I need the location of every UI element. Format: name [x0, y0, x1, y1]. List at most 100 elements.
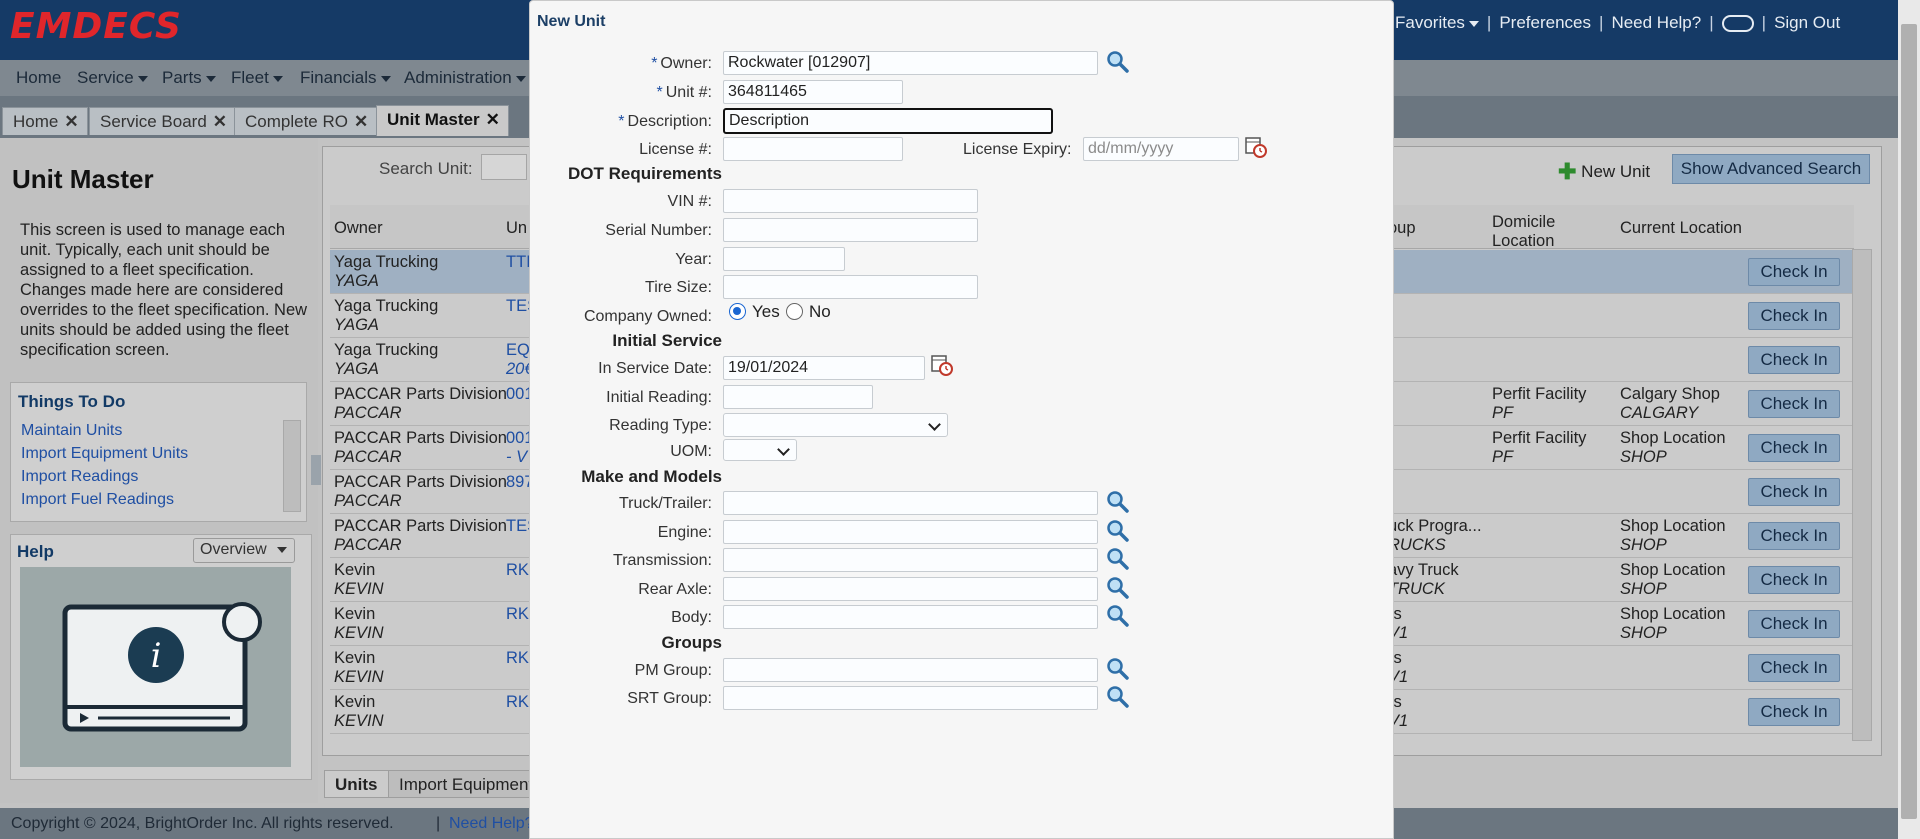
- tab-unit-master[interactable]: Unit Master ✕: [376, 105, 509, 136]
- unit-number-field[interactable]: [723, 80, 903, 104]
- todo-import-readings[interactable]: Import Readings: [21, 468, 138, 486]
- page-scrollbar-thumb[interactable]: [1901, 24, 1917, 819]
- unit-number[interactable]: TTI: [506, 253, 531, 272]
- license-expiry-field[interactable]: [1083, 137, 1239, 161]
- check-in-button[interactable]: Check In: [1748, 654, 1840, 682]
- search-icon[interactable]: [1106, 547, 1130, 571]
- todo-maintain-units[interactable]: Maintain Units: [21, 422, 122, 440]
- grid-scrollbar[interactable]: [1852, 249, 1872, 741]
- uom-select[interactable]: [723, 439, 797, 461]
- check-in-button[interactable]: Check In: [1748, 346, 1840, 374]
- initial-reading-field[interactable]: [723, 385, 873, 409]
- truck-trailer-field[interactable]: [723, 491, 1098, 515]
- search-icon[interactable]: [1106, 685, 1130, 709]
- collapse-panel-handle[interactable]: [311, 455, 321, 485]
- owner-code: YAGA: [334, 360, 379, 378]
- serial-number-field[interactable]: [723, 218, 978, 242]
- footer-help-link[interactable]: Need Help?: [449, 815, 534, 833]
- tire-size-field[interactable]: [723, 275, 978, 299]
- check-in-button[interactable]: Check In: [1748, 566, 1840, 594]
- unit-cell[interactable]: TTI: [506, 253, 531, 272]
- vin-field[interactable]: [723, 189, 978, 213]
- year-field[interactable]: [723, 247, 845, 271]
- show-advanced-search-button[interactable]: Show Advanced Search: [1672, 154, 1870, 184]
- tab-service-board[interactable]: Service Board ✕: [89, 107, 237, 135]
- unit-number-label: * Unit #:: [656, 84, 712, 101]
- search-icon[interactable]: [1106, 50, 1130, 74]
- unit-number[interactable]: RK: [506, 649, 529, 668]
- body-field[interactable]: [723, 605, 1098, 629]
- unit-cell[interactable]: RK: [506, 649, 529, 668]
- tab-units[interactable]: Units: [324, 770, 389, 798]
- col-unit[interactable]: Un: [506, 219, 527, 238]
- check-in-button[interactable]: Check In: [1748, 522, 1840, 550]
- rear-axle-field[interactable]: [723, 577, 1098, 601]
- app-logo[interactable]: EMDECS: [10, 6, 182, 47]
- todo-import-equipment-units[interactable]: Import Equipment Units: [21, 445, 188, 463]
- col-current-location[interactable]: Current Location: [1620, 219, 1742, 238]
- col-owner[interactable]: Owner: [334, 219, 383, 238]
- search-icon[interactable]: [1106, 657, 1130, 681]
- close-icon[interactable]: ✕: [486, 110, 500, 130]
- close-icon[interactable]: ✕: [213, 112, 227, 132]
- close-icon[interactable]: ✕: [354, 112, 368, 132]
- unit-cell[interactable]: RK: [506, 605, 529, 624]
- search-icon[interactable]: [1106, 519, 1130, 543]
- menu-parts[interactable]: Parts: [162, 68, 216, 88]
- tab-import-equipment[interactable]: Import Equipment: [388, 770, 545, 798]
- help-topic-select[interactable]: Overview: [193, 538, 295, 563]
- chevron-down-icon: [928, 418, 941, 431]
- current-location-name: Shop Location: [1620, 605, 1726, 623]
- unit-cell[interactable]: RK: [506, 693, 529, 712]
- company-owned-yes-radio[interactable]: [729, 303, 746, 320]
- close-icon[interactable]: ✕: [64, 112, 78, 132]
- owner-code: YAGA: [334, 272, 379, 290]
- search-icon[interactable]: [1106, 604, 1130, 628]
- check-in-button[interactable]: Check In: [1748, 302, 1840, 330]
- unit-number[interactable]: RK: [506, 605, 529, 624]
- help-video-thumbnail[interactable]: i: [20, 567, 291, 767]
- in-service-date-field[interactable]: [723, 356, 925, 380]
- check-in-button[interactable]: Check In: [1748, 390, 1840, 418]
- menu-fleet[interactable]: Fleet: [231, 68, 283, 88]
- owner-name: PACCAR Parts Division: [334, 385, 507, 403]
- sign-out-link[interactable]: Sign Out: [1774, 13, 1840, 33]
- check-in-button[interactable]: Check In: [1748, 258, 1840, 286]
- transmission-field[interactable]: [723, 548, 1098, 572]
- description-field[interactable]: [723, 108, 1053, 134]
- toggle-icon[interactable]: [1721, 14, 1754, 32]
- tab-complete-ro[interactable]: Complete RO ✕: [234, 107, 378, 135]
- unit-number[interactable]: RK: [506, 561, 529, 580]
- menu-home[interactable]: Home: [16, 68, 61, 88]
- unit-number[interactable]: RK: [506, 693, 529, 712]
- search-icon[interactable]: [1106, 576, 1130, 600]
- menu-service[interactable]: Service: [77, 68, 148, 88]
- check-in-button[interactable]: Check In: [1748, 698, 1840, 726]
- calendar-icon[interactable]: [1244, 135, 1268, 159]
- reading-type-select[interactable]: [723, 413, 948, 437]
- todo-import-fuel-readings[interactable]: Import Fuel Readings: [21, 491, 174, 509]
- company-owned-no-radio[interactable]: [786, 303, 803, 320]
- favorites-link[interactable]: Favorites: [1395, 13, 1479, 33]
- copyright-text: Copyright © 2024, BrightOrder Inc. All r…: [11, 815, 394, 832]
- new-unit-button[interactable]: ✚ New Unit: [1558, 159, 1650, 185]
- srt-group-field[interactable]: [723, 686, 1098, 710]
- tab-home[interactable]: Home ✕: [2, 107, 88, 135]
- menu-administration[interactable]: Administration: [404, 68, 526, 88]
- owner-field[interactable]: [723, 51, 1098, 75]
- calendar-icon[interactable]: [930, 353, 954, 377]
- search-icon[interactable]: [1106, 490, 1130, 514]
- col-domicile-location[interactable]: Domicile Location: [1492, 213, 1592, 251]
- need-help-link[interactable]: Need Help?: [1611, 13, 1701, 33]
- menu-financials[interactable]: Financials: [300, 68, 391, 88]
- preferences-link[interactable]: Preferences: [1499, 13, 1591, 33]
- todo-scrollbar[interactable]: [283, 420, 301, 512]
- check-in-button[interactable]: Check In: [1748, 434, 1840, 462]
- license-field[interactable]: [723, 137, 903, 161]
- engine-field[interactable]: [723, 520, 1098, 544]
- pm-group-field[interactable]: [723, 658, 1098, 682]
- check-in-button[interactable]: Check In: [1748, 610, 1840, 638]
- search-unit-input[interactable]: [481, 154, 527, 180]
- unit-cell[interactable]: RK: [506, 561, 529, 580]
- check-in-button[interactable]: Check In: [1748, 478, 1840, 506]
